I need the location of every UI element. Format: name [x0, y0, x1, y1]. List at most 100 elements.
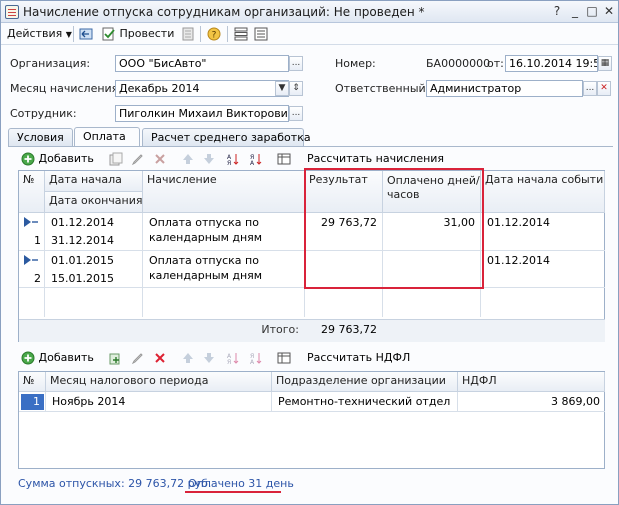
sort-ascending-icon[interactable]: АЯ [226, 151, 240, 167]
delete-icon[interactable] [153, 151, 167, 167]
copy-icon[interactable] [109, 151, 123, 167]
delete-icon[interactable] [153, 350, 167, 366]
total-value: 29 763,72 [321, 323, 377, 336]
row-ndfl[interactable]: 3 869,00 [460, 394, 604, 410]
month-field[interactable]: Декабрь 2014 [115, 80, 289, 97]
row-accrual[interactable]: Оплата отпуска по [145, 215, 303, 231]
col-department[interactable]: Подразделение организации [272, 372, 458, 392]
title-bar: Начисление отпуска сотрудникам организац… [1, 1, 618, 23]
document-settings-icon[interactable] [254, 25, 268, 43]
col-start-date[interactable]: Дата начала [45, 171, 143, 192]
select-ellipsis-icon[interactable]: ... [289, 56, 303, 71]
svg-text:Я: Я [227, 359, 231, 365]
row-department[interactable]: Ремонтно-технический отдел [274, 394, 456, 410]
col-tax-period[interactable]: Месяц налогового периода [46, 372, 272, 392]
sort-descending-icon[interactable]: ЯА [249, 151, 263, 167]
back-icon[interactable] [79, 25, 93, 43]
add-ndfl-button[interactable]: Добавить [21, 350, 94, 366]
row-end-date[interactable]: 31.12.2014 [47, 233, 142, 249]
unpost-icon[interactable] [181, 25, 195, 43]
move-down-icon[interactable] [202, 350, 216, 366]
number-label: Номер: [335, 57, 376, 70]
add-accrual-button[interactable]: Добавить [21, 151, 94, 167]
add-accrual-label: Добавить [38, 152, 94, 165]
ndfl-table[interactable]: № Месяц налогового периода Подразделение… [18, 371, 605, 469]
chevron-down-icon[interactable]: ▼ [275, 81, 289, 96]
actions-menu-label: Действия [7, 27, 63, 40]
row-end-date[interactable]: 15.01.2015 [47, 271, 142, 287]
row-accrual[interactable]: Оплата отпуска по [145, 253, 303, 269]
sort-descending-icon[interactable]: ЯА [249, 350, 263, 366]
col-end-date[interactable]: Дата окончания [45, 192, 143, 213]
date-label: от: [487, 57, 504, 70]
spin-icon[interactable]: ⇕ [289, 81, 303, 96]
col-event-start[interactable]: Дата начала события [481, 171, 605, 213]
edit-icon[interactable] [131, 350, 145, 366]
move-up-icon[interactable] [181, 151, 195, 167]
row-accrual-cont: календарным дням [149, 269, 263, 282]
accruals-toolbar: Добавить АЯ ЯА Рассчитать начисления [21, 149, 611, 169]
org-label: Организация: [10, 57, 91, 70]
tab-conditions[interactable]: Условия [8, 128, 73, 146]
tab-average-earnings[interactable]: Расчет среднего заработка [142, 128, 311, 146]
edit-icon[interactable] [131, 151, 145, 167]
actions-menu[interactable]: Действия ▼ [7, 25, 72, 43]
row-tax-period[interactable]: Ноябрь 2014 [48, 394, 270, 410]
sort-ascending-icon[interactable]: АЯ [226, 350, 240, 366]
select-ellipsis-icon[interactable]: ... [583, 81, 597, 96]
tab-payment[interactable]: Оплата [74, 127, 140, 147]
close-icon[interactable]: ✕ [601, 4, 617, 19]
paid-days-link[interactable]: Оплачено 31 день [188, 477, 294, 490]
clear-icon[interactable]: ✕ [597, 81, 611, 96]
row-start-date[interactable]: 01.01.2015 [47, 253, 142, 269]
copy-icon[interactable] [109, 350, 123, 366]
maximize-icon[interactable]: □ [584, 4, 600, 19]
col-ndfl[interactable]: НДФЛ [458, 372, 605, 392]
minimize-icon[interactable]: _ [567, 4, 583, 19]
add-ndfl-label: Добавить [38, 351, 94, 364]
calculate-ndfl-button[interactable]: Рассчитать НДФЛ [307, 350, 410, 366]
document-icon [5, 5, 19, 19]
row-accrual-cont: календарным дням [149, 231, 263, 244]
col-num: № [19, 171, 45, 213]
add-icon [21, 351, 35, 365]
month-label: Месяц начисления: [10, 82, 122, 95]
move-down-icon[interactable] [202, 151, 216, 167]
row-pointer-icon [24, 217, 38, 227]
post-button[interactable]: Провести [102, 25, 174, 43]
svg-text:А: А [250, 359, 255, 365]
employee-label: Сотрудник: [10, 107, 77, 120]
vacation-sum-text: Сумма отпускных: 29 763,72 руб. [18, 477, 212, 490]
chevron-down-icon: ▼ [65, 30, 72, 39]
svg-text:Я: Я [227, 160, 231, 166]
responsible-label: Ответственный: [335, 82, 430, 95]
highlight-box [304, 168, 484, 289]
window-title: Начисление отпуска сотрудникам организац… [23, 5, 425, 19]
employee-field[interactable]: Пиголкин Михаил Викторович [115, 105, 289, 122]
svg-text:?: ? [212, 31, 217, 41]
row-num: 1 [21, 394, 44, 410]
row-event-start[interactable]: 01.12.2014 [483, 215, 603, 231]
row-event-start[interactable]: 01.12.2014 [483, 253, 603, 269]
row-start-date[interactable]: 01.12.2014 [47, 215, 142, 231]
number-value: БА0000000 [426, 57, 491, 70]
responsible-field[interactable]: Администратор [426, 80, 583, 97]
highlight-underline [185, 491, 281, 493]
table-settings-icon[interactable] [277, 151, 291, 167]
org-field[interactable]: ООО "БисАвто" [115, 55, 289, 72]
calculate-accruals-button[interactable]: Рассчитать начисления [307, 151, 444, 167]
move-up-icon[interactable] [181, 350, 195, 366]
calendar-icon[interactable]: ▦ [598, 56, 612, 71]
table-settings-icon[interactable] [277, 350, 291, 366]
svg-text:А: А [250, 160, 255, 166]
select-ellipsis-icon[interactable]: ... [289, 106, 303, 121]
help-icon[interactable]: ? [549, 4, 565, 19]
date-field[interactable]: 16.10.2014 19:54: [505, 55, 598, 72]
col-accrual[interactable]: Начисление [143, 171, 305, 213]
post-button-label: Провести [119, 27, 175, 40]
add-icon [21, 152, 35, 166]
help-circle-icon[interactable]: ? [207, 25, 221, 43]
list-structure-icon[interactable] [234, 25, 248, 43]
row-num: 1 [34, 234, 41, 247]
col-num: № [19, 372, 46, 392]
